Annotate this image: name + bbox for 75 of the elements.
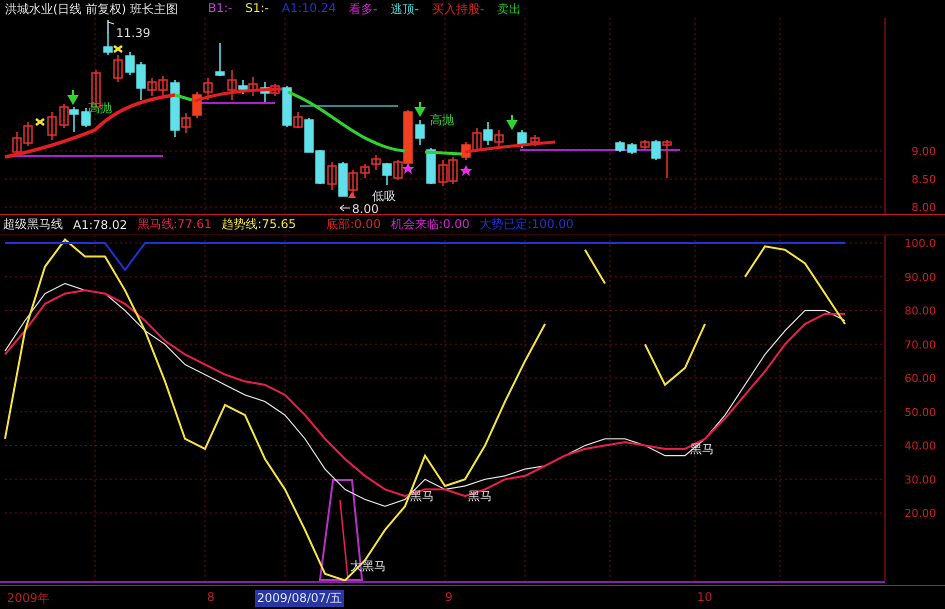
candlestick xyxy=(23,122,33,146)
cross-marker-icon xyxy=(113,45,123,53)
up-arrow-icon xyxy=(348,192,356,198)
candlestick xyxy=(517,130,527,148)
candlestick xyxy=(47,112,57,140)
candlestick xyxy=(338,162,348,197)
candlestick xyxy=(415,120,425,145)
candlestick xyxy=(426,148,436,184)
down-arrow-icon xyxy=(507,114,518,129)
star-icon xyxy=(402,163,414,174)
legend-reading: 买入持股- xyxy=(432,0,484,18)
chart-label: 8.00 xyxy=(352,202,379,215)
candlestick xyxy=(494,130,504,147)
date-label: 9 xyxy=(444,590,454,604)
legend-reading: 逃顶- xyxy=(390,0,419,18)
value-tick: 90.00 xyxy=(904,270,936,284)
candlestick xyxy=(215,43,225,76)
candlestick xyxy=(448,157,458,184)
cross-marker-icon xyxy=(35,118,45,126)
candlestick xyxy=(103,20,113,55)
indicator-reading: 机会来临:0.00 xyxy=(390,216,470,233)
date-label: 10 xyxy=(696,590,714,604)
signal-label: 黑马 xyxy=(410,489,434,503)
legend-reading: A1:10.24 xyxy=(282,0,336,16)
indicator-reading: 黑马线:77.61 xyxy=(137,216,212,233)
value-tick: 100.0 xyxy=(904,237,936,250)
candlestick xyxy=(192,92,202,118)
date-label: 2009年 xyxy=(6,590,51,607)
star-icon xyxy=(460,165,472,176)
candlestick xyxy=(248,77,258,96)
value-tick: 70.00 xyxy=(904,338,936,352)
left-arrow-icon xyxy=(340,204,350,212)
price-tick: 9.00 xyxy=(912,145,936,158)
chart-label: 低吸 xyxy=(372,189,396,203)
candlestick xyxy=(530,135,540,146)
candlestick xyxy=(315,150,325,184)
value-tick: 20.00 xyxy=(904,507,936,520)
candlestick xyxy=(327,162,337,190)
down-arrow-icon xyxy=(415,101,426,116)
chart-title: 洪城水业(日线 前复权) 班长主图 xyxy=(5,0,178,18)
candlestick xyxy=(461,142,471,160)
legend-reading: 看多- xyxy=(349,0,378,18)
legend-reading: B1:- xyxy=(208,0,232,16)
value-tick: 50.00 xyxy=(904,406,936,419)
indicator-reading: 趋势线:75.65 xyxy=(222,216,296,233)
indicator-reading: A1:78.02 xyxy=(73,218,128,232)
candlestick xyxy=(203,78,213,100)
candlestick xyxy=(360,164,370,178)
candlestick xyxy=(472,128,482,152)
candlestick xyxy=(12,132,22,156)
chart-label: 高抛 xyxy=(430,113,454,127)
down-arrow-icon xyxy=(68,89,79,104)
price-tick: 8.50 xyxy=(912,173,936,186)
date-label: 8 xyxy=(206,590,216,604)
candlestick xyxy=(113,55,123,82)
candlestick xyxy=(615,141,625,152)
chart-label: 11.39 xyxy=(116,26,150,40)
legend-reading: S1:- xyxy=(245,0,269,16)
candlestick xyxy=(627,143,637,154)
date-label: 2009/08/07/五 xyxy=(255,590,344,607)
candlestick xyxy=(483,122,493,145)
value-tick: 40.00 xyxy=(904,440,936,452)
value-tick: 30.00 xyxy=(904,473,936,486)
candlestick xyxy=(158,76,168,98)
legend-reading: 卖出 xyxy=(497,0,522,18)
pointer-line xyxy=(108,20,114,34)
candlestick xyxy=(438,160,448,186)
candlestick xyxy=(59,104,69,128)
value-tick: 80.00 xyxy=(904,304,936,318)
indicator-reading: 大势已定:100.00 xyxy=(480,216,574,233)
candlestick xyxy=(69,107,79,132)
indicator-title: 超级黑马线 xyxy=(3,216,63,233)
price-tick: 8.00 xyxy=(912,201,936,214)
value-tick: 60.00 xyxy=(904,372,936,385)
indicator-reading: 底部:0.00 xyxy=(326,216,381,233)
